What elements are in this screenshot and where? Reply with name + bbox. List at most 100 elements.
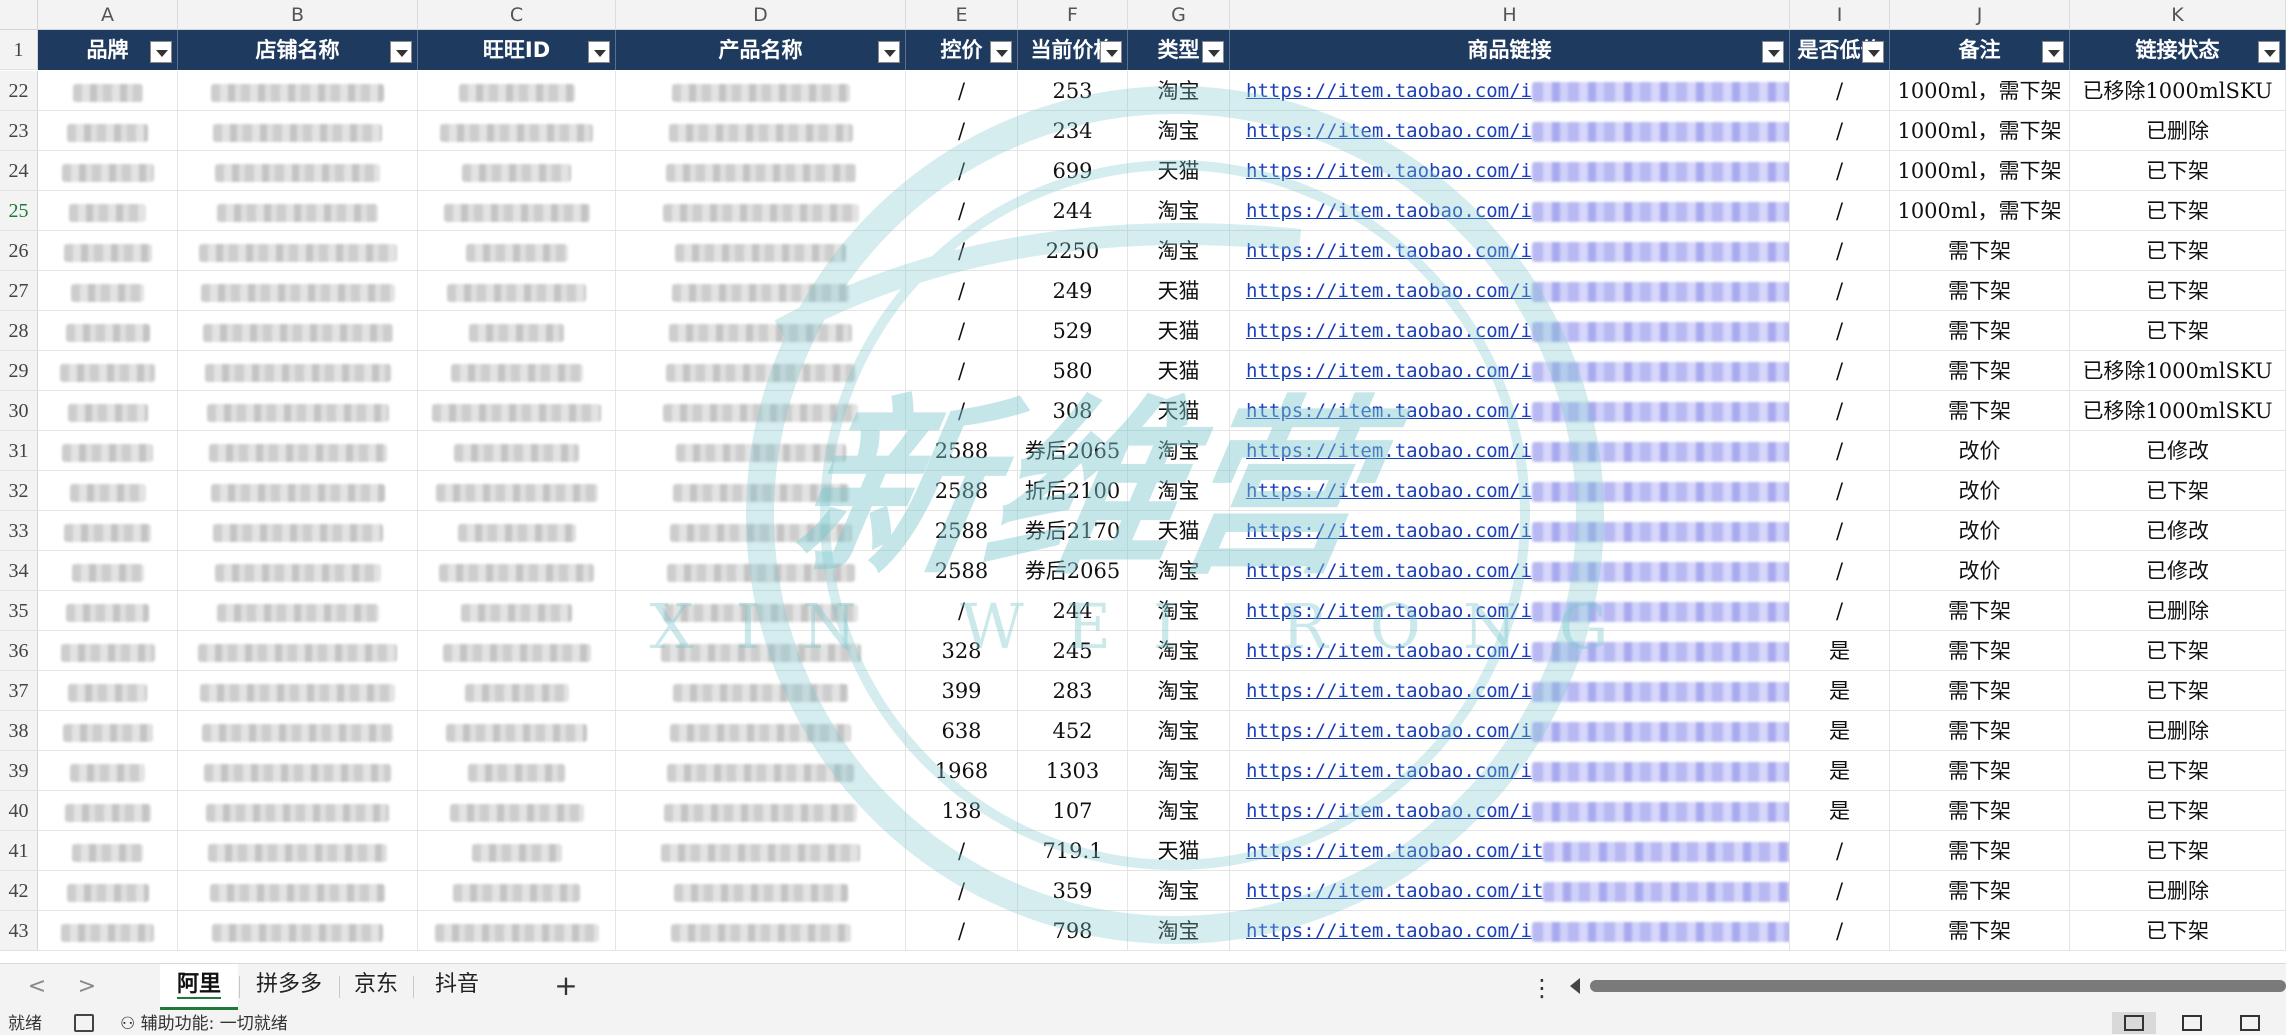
brand-cell[interactable] xyxy=(38,751,178,791)
brand-cell[interactable] xyxy=(38,71,178,111)
column-letter[interactable]: C xyxy=(418,0,616,30)
link-status-cell[interactable]: 已删除 xyxy=(2070,711,2286,751)
wangwang-id-cell[interactable] xyxy=(418,791,616,831)
header-cell[interactable]: 当前价格 xyxy=(1018,30,1128,70)
link-status-cell[interactable]: 已删除 xyxy=(2070,111,2286,151)
header-cell[interactable]: 产品名称 xyxy=(616,30,906,70)
price-control-cell[interactable]: 399 xyxy=(906,671,1018,711)
type-cell[interactable]: 天猫 xyxy=(1128,311,1230,351)
current-price-cell[interactable]: 245 xyxy=(1018,631,1128,671)
link-text[interactable]: https://item.taobao.com/i xyxy=(1246,320,1532,342)
price-control-cell[interactable]: 328 xyxy=(906,631,1018,671)
brand-cell[interactable] xyxy=(38,191,178,231)
macro-record-icon[interactable] xyxy=(74,1014,94,1032)
product-name-cell[interactable] xyxy=(616,191,906,231)
current-price-cell[interactable]: 529 xyxy=(1018,311,1128,351)
low-price-cell[interactable]: 是 xyxy=(1790,751,1890,791)
product-name-cell[interactable] xyxy=(616,551,906,591)
row-number[interactable]: 42 xyxy=(0,871,38,911)
product-name-cell[interactable] xyxy=(616,111,906,151)
filter-dropdown-icon[interactable] xyxy=(2258,41,2280,63)
header-cell[interactable]: 类型 xyxy=(1128,30,1230,70)
row-number[interactable]: 38 xyxy=(0,711,38,751)
remark-cell[interactable]: 需下架 xyxy=(1890,871,2070,911)
prev-sheet-arrow-icon[interactable]: < xyxy=(22,972,52,1002)
remark-cell[interactable]: 需下架 xyxy=(1890,231,2070,271)
type-cell[interactable]: 淘宝 xyxy=(1128,431,1230,471)
link-status-cell[interactable]: 已下架 xyxy=(2070,671,2286,711)
product-link-cell[interactable]: https://item.taobao.com/i xyxy=(1230,431,1790,471)
product-name-cell[interactable] xyxy=(616,591,906,631)
remark-cell[interactable]: 需下架 xyxy=(1890,271,2070,311)
remark-cell[interactable]: 改价 xyxy=(1890,431,2070,471)
wangwang-id-cell[interactable] xyxy=(418,111,616,151)
low-price-cell[interactable]: / xyxy=(1790,311,1890,351)
row-number[interactable]: 23 xyxy=(0,111,38,151)
brand-cell[interactable] xyxy=(38,231,178,271)
product-name-cell[interactable] xyxy=(616,151,906,191)
current-price-cell[interactable]: 券后2065 xyxy=(1018,431,1128,471)
header-cell[interactable]: 链接状态 xyxy=(2070,30,2286,70)
product-link-cell[interactable]: https://item.taobao.com/i xyxy=(1230,511,1790,551)
row-number[interactable]: 39 xyxy=(0,751,38,791)
type-cell[interactable]: 淘宝 xyxy=(1128,231,1230,271)
type-cell[interactable]: 淘宝 xyxy=(1128,191,1230,231)
wangwang-id-cell[interactable] xyxy=(418,231,616,271)
filter-dropdown-icon[interactable] xyxy=(588,41,610,63)
row-number[interactable]: 31 xyxy=(0,431,38,471)
product-name-cell[interactable] xyxy=(616,271,906,311)
price-control-cell[interactable]: / xyxy=(906,311,1018,351)
link-text[interactable]: https://item.taobao.com/i xyxy=(1246,280,1532,302)
scrollbar-thumb[interactable] xyxy=(1590,980,2286,992)
shop-name-cell[interactable] xyxy=(178,271,418,311)
link-text[interactable]: https://item.taobao.com/i xyxy=(1246,400,1532,422)
product-name-cell[interactable] xyxy=(616,911,906,951)
low-price-cell[interactable]: / xyxy=(1790,151,1890,191)
header-cell[interactable]: 店铺名称 xyxy=(178,30,418,70)
add-sheet-button[interactable]: + xyxy=(548,968,584,1004)
remark-cell[interactable]: 需下架 xyxy=(1890,391,2070,431)
brand-cell[interactable] xyxy=(38,471,178,511)
low-price-cell[interactable]: / xyxy=(1790,191,1890,231)
product-link-cell[interactable]: https://item.taobao.com/i xyxy=(1230,391,1790,431)
link-text[interactable]: https://item.taobao.com/i xyxy=(1246,640,1532,662)
remark-cell[interactable]: 需下架 xyxy=(1890,351,2070,391)
current-price-cell[interactable]: 253 xyxy=(1018,71,1128,111)
wangwang-id-cell[interactable] xyxy=(418,391,616,431)
price-control-cell[interactable]: 2588 xyxy=(906,471,1018,511)
product-link-cell[interactable]: https://item.taobao.com/i xyxy=(1230,231,1790,271)
link-text[interactable]: https://item.taobao.com/i xyxy=(1246,600,1532,622)
sheet-tab[interactable]: 拼多多 xyxy=(240,964,338,1010)
link-text[interactable]: https://item.taobao.com/i xyxy=(1246,200,1532,222)
low-price-cell[interactable]: / xyxy=(1790,551,1890,591)
shop-name-cell[interactable] xyxy=(178,871,418,911)
type-cell[interactable]: 淘宝 xyxy=(1128,911,1230,951)
type-cell[interactable]: 淘宝 xyxy=(1128,711,1230,751)
shop-name-cell[interactable] xyxy=(178,551,418,591)
column-letter[interactable]: I xyxy=(1790,0,1890,30)
column-letter[interactable]: K xyxy=(2070,0,2286,30)
price-control-cell[interactable]: / xyxy=(906,271,1018,311)
link-status-cell[interactable]: 已下架 xyxy=(2070,271,2286,311)
filter-dropdown-icon[interactable] xyxy=(1762,41,1784,63)
wangwang-id-cell[interactable] xyxy=(418,911,616,951)
shop-name-cell[interactable] xyxy=(178,671,418,711)
type-cell[interactable]: 淘宝 xyxy=(1128,631,1230,671)
link-text[interactable]: https://item.taobao.com/i xyxy=(1246,920,1532,942)
link-status-cell[interactable]: 已下架 xyxy=(2070,151,2286,191)
remark-cell[interactable]: 需下架 xyxy=(1890,711,2070,751)
column-letter[interactable]: B xyxy=(178,0,418,30)
shop-name-cell[interactable] xyxy=(178,231,418,271)
link-text[interactable]: https://item.taobao.com/i xyxy=(1246,560,1532,582)
type-cell[interactable]: 淘宝 xyxy=(1128,871,1230,911)
filter-dropdown-icon[interactable] xyxy=(1202,41,1224,63)
product-name-cell[interactable] xyxy=(616,831,906,871)
shop-name-cell[interactable] xyxy=(178,391,418,431)
low-price-cell[interactable]: / xyxy=(1790,911,1890,951)
brand-cell[interactable] xyxy=(38,511,178,551)
price-control-cell[interactable]: / xyxy=(906,911,1018,951)
low-price-cell[interactable]: / xyxy=(1790,351,1890,391)
wangwang-id-cell[interactable] xyxy=(418,591,616,631)
row-number[interactable]: 35 xyxy=(0,591,38,631)
link-text[interactable]: https://item.taobao.com/it xyxy=(1246,880,1543,902)
